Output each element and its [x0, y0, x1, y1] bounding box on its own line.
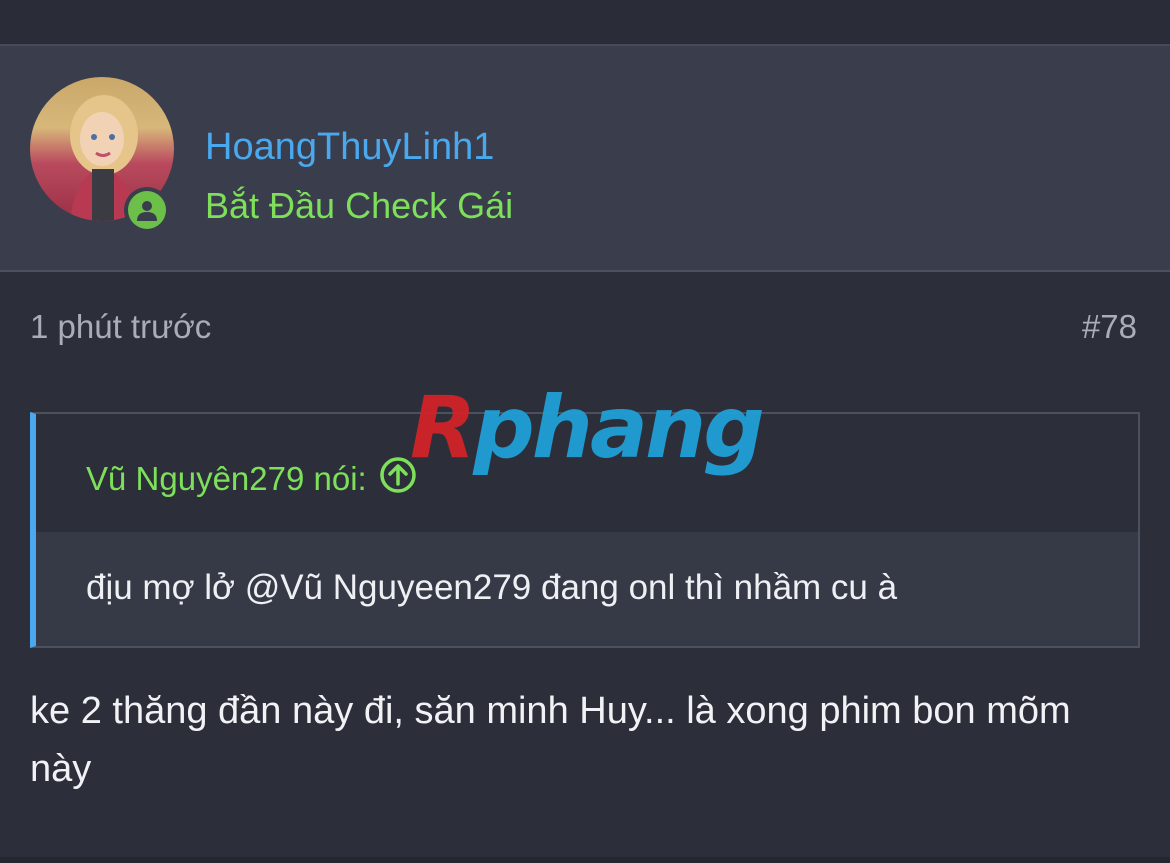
rphang-watermark-logo: Rphang	[410, 378, 765, 478]
post-header: HoangThuyLinh1 Bắt Đầu Check Gái	[0, 44, 1170, 272]
quote-body: địu mợ lở @Vũ Nguyeen279 đang onl thì nh…	[36, 532, 1138, 646]
quote-text: địu mợ lở @Vũ Nguyeen279 đang onl thì nh…	[86, 568, 898, 607]
top-bar	[0, 0, 1170, 44]
user-online-icon	[128, 191, 166, 229]
quote-author-link[interactable]: Vũ Nguyên279 nói:	[86, 456, 417, 502]
avatar-container[interactable]	[30, 77, 174, 233]
online-status-badge	[124, 187, 170, 233]
post-message: ke 2 thăng đần này đi, săn minh Huy... l…	[30, 690, 1071, 790]
user-title: Bắt Đầu Check Gái	[205, 185, 514, 226]
post-timestamp[interactable]: 1 phút trước	[30, 308, 211, 346]
quote-author-label: Vũ Nguyên279 nói:	[86, 460, 367, 497]
divider	[0, 857, 1170, 863]
post-number-link[interactable]: #78	[1082, 308, 1137, 346]
username-link[interactable]: HoangThuyLinh1	[205, 126, 494, 169]
